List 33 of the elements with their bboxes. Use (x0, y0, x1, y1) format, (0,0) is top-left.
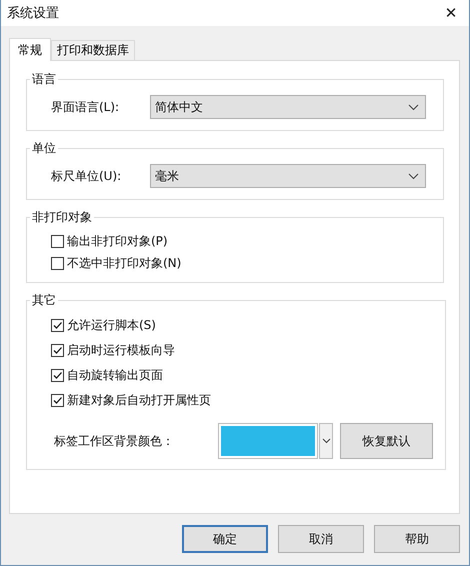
tab[interactable]: 打印和数据库 (51, 40, 135, 60)
checkbox-label: 输出非打印对象(P) (67, 232, 168, 250)
reset-button[interactable]: 恢复默认 (340, 423, 433, 459)
checkbox[interactable] (51, 256, 64, 270)
chevron-down-icon (408, 172, 419, 180)
checkbox-label: 不选中非打印对象(N) (67, 254, 182, 272)
checkbox[interactable] (51, 394, 64, 407)
checkbox-label: 自动旋转输出页面 (67, 367, 163, 384)
group-title: 单位 (31, 140, 57, 157)
checkbox[interactable] (51, 319, 64, 332)
group-title: 其它 (31, 292, 57, 309)
group-title: 非打印对象 (31, 209, 93, 226)
checkbox[interactable] (51, 344, 64, 357)
field-label: 界面语言(L): (51, 98, 120, 116)
field-label: 标签工作区背景颜色： (54, 432, 175, 450)
color-swatch[interactable] (219, 424, 317, 458)
close-button[interactable]: ✕ (433, 0, 469, 26)
checkbox[interactable] (51, 234, 64, 248)
dropdown[interactable]: 简体中文 (150, 95, 426, 119)
dialog-button[interactable]: 确定 (182, 525, 268, 553)
window-title: 系统设置 (7, 5, 59, 22)
dialog-button[interactable]: 帮助 (374, 525, 460, 553)
field-label: 标尺单位(U): (51, 168, 122, 184)
dropdown[interactable]: 毫米 (150, 164, 426, 188)
chevron-down-icon (322, 438, 330, 444)
tab[interactable]: 常规 (9, 38, 51, 61)
dialog-button[interactable]: 取消 (278, 525, 364, 553)
checkbox-label: 新建对象后自动打开属性页 (67, 392, 211, 409)
checkbox[interactable] (51, 369, 64, 382)
checkbox-label: 允许运行脚本(S) (67, 317, 156, 334)
chevron-down-icon (408, 104, 419, 110)
checkbox-label: 启动时运行模板向导 (67, 342, 175, 359)
group-title: 语言 (31, 71, 57, 88)
